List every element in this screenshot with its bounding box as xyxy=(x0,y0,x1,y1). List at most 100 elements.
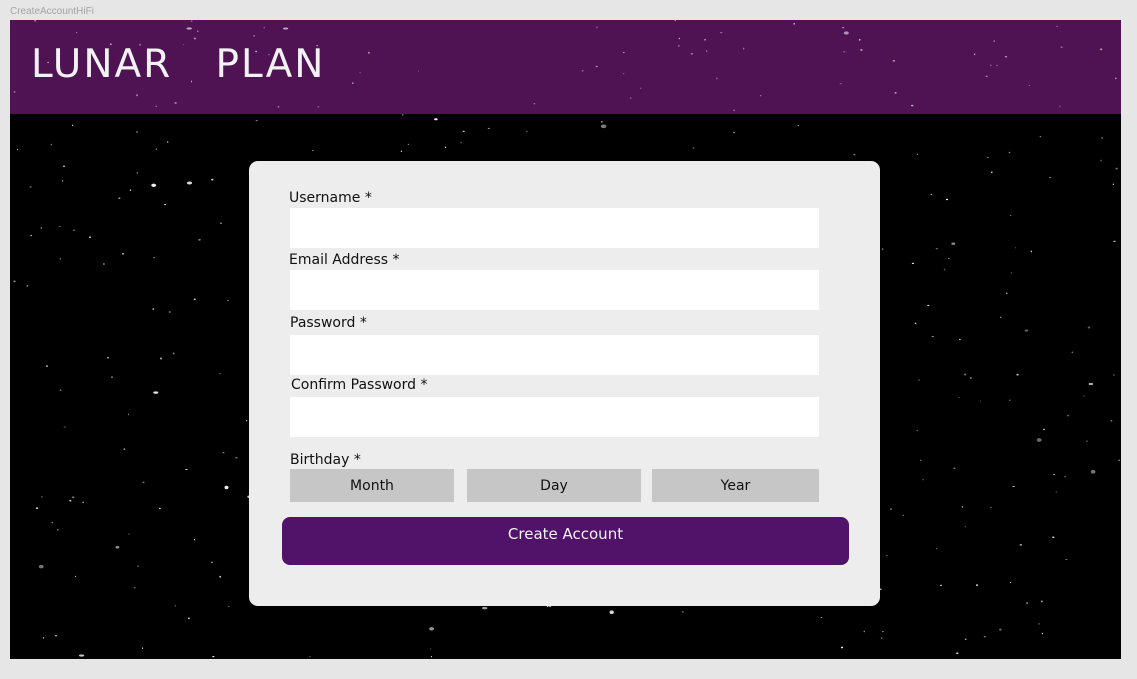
star-speck xyxy=(1030,250,1032,253)
star-speck xyxy=(1113,374,1115,376)
star-speck xyxy=(916,429,918,432)
star-speck xyxy=(969,377,972,379)
star-speck xyxy=(71,496,75,499)
star-speck xyxy=(1112,183,1115,185)
star-speck xyxy=(533,103,536,105)
star-speck xyxy=(703,39,707,41)
star-speck xyxy=(1041,632,1044,635)
star-speck xyxy=(596,26,598,29)
site-logo[interactable]: LUNAR PLAN xyxy=(31,42,325,88)
birthday-day-select[interactable]: Day xyxy=(467,469,641,502)
star-speck xyxy=(460,141,462,144)
star-speck xyxy=(210,561,213,564)
star-speck xyxy=(990,64,992,67)
star-speck xyxy=(1110,419,1113,422)
star-speck xyxy=(793,22,795,25)
star-speck xyxy=(118,197,121,199)
star-speck xyxy=(219,222,222,225)
star-speck xyxy=(159,507,161,510)
confirm-password-input[interactable] xyxy=(290,397,819,437)
star-speck xyxy=(277,106,280,108)
star-speck xyxy=(916,153,918,155)
star-speck xyxy=(1087,326,1091,329)
star-speck xyxy=(733,131,735,134)
star-speck xyxy=(35,507,39,509)
star-speck xyxy=(1038,623,1040,625)
star-speck xyxy=(600,121,603,123)
star-speck xyxy=(1114,77,1117,80)
star-speck xyxy=(434,118,438,121)
star-speck xyxy=(1009,214,1012,216)
star-speck xyxy=(743,47,745,50)
star-speck xyxy=(106,356,110,359)
star-speck xyxy=(1115,167,1118,170)
star-speck xyxy=(630,97,632,99)
star-speck xyxy=(352,82,354,84)
star-speck xyxy=(115,545,120,549)
star-speck xyxy=(103,263,105,265)
star-speck xyxy=(842,27,845,29)
star-speck xyxy=(1055,491,1058,493)
star-speck xyxy=(73,229,76,231)
star-speck xyxy=(193,37,197,40)
password-input[interactable] xyxy=(290,335,819,375)
star-speck xyxy=(13,91,16,93)
star-speck xyxy=(1012,485,1015,487)
star-speck xyxy=(219,575,222,578)
star-speck xyxy=(1053,474,1055,476)
star-speck xyxy=(253,35,255,37)
star-speck xyxy=(133,587,136,589)
star-speck xyxy=(692,147,695,149)
star-speck xyxy=(63,426,67,428)
email-input[interactable] xyxy=(290,270,819,310)
star-speck xyxy=(951,242,956,245)
create-account-button[interactable]: Create Account xyxy=(282,517,849,565)
star-speck xyxy=(462,130,465,133)
star-speck xyxy=(1026,602,1029,605)
star-speck xyxy=(123,448,126,450)
star-speck xyxy=(142,481,145,484)
star-speck xyxy=(429,627,435,631)
star-speck xyxy=(481,606,488,610)
star-speck xyxy=(41,496,43,498)
star-speck xyxy=(843,51,846,53)
star-speck xyxy=(999,628,1002,631)
star-speck xyxy=(640,87,642,89)
star-speck xyxy=(674,20,676,22)
star-speck xyxy=(129,189,131,191)
star-speck xyxy=(623,73,625,75)
star-speck xyxy=(947,257,950,260)
site-header: LUNAR PLAN xyxy=(10,20,1121,114)
star-speck xyxy=(309,655,311,658)
star-speck xyxy=(317,106,320,108)
star-speck xyxy=(417,70,420,72)
birthday-year-select[interactable]: Year xyxy=(652,469,819,502)
star-speck xyxy=(89,236,91,238)
star-speck xyxy=(367,51,370,54)
star-speck xyxy=(1083,395,1085,397)
star-speck xyxy=(1056,25,1058,28)
star-speck xyxy=(190,20,193,23)
star-speck xyxy=(255,120,258,122)
star-speck xyxy=(894,92,897,94)
star-speck xyxy=(910,104,914,107)
star-speck xyxy=(1099,48,1103,51)
star-speck xyxy=(881,631,885,633)
star-speck xyxy=(402,113,404,116)
star-speck xyxy=(860,49,863,51)
star-speck xyxy=(760,95,762,97)
star-speck xyxy=(939,584,943,587)
birthday-month-select[interactable]: Month xyxy=(290,469,454,502)
star-speck xyxy=(174,605,177,607)
star-speck xyxy=(609,610,614,615)
star-speck xyxy=(935,548,938,550)
star-speck xyxy=(283,27,289,30)
star-speck xyxy=(172,352,175,355)
star-speck xyxy=(54,634,58,637)
username-input[interactable] xyxy=(290,208,819,248)
star-speck xyxy=(863,630,865,633)
star-speck xyxy=(1118,459,1120,462)
star-speck xyxy=(1071,351,1074,354)
star-speck xyxy=(224,485,229,490)
star-speck xyxy=(917,379,921,381)
